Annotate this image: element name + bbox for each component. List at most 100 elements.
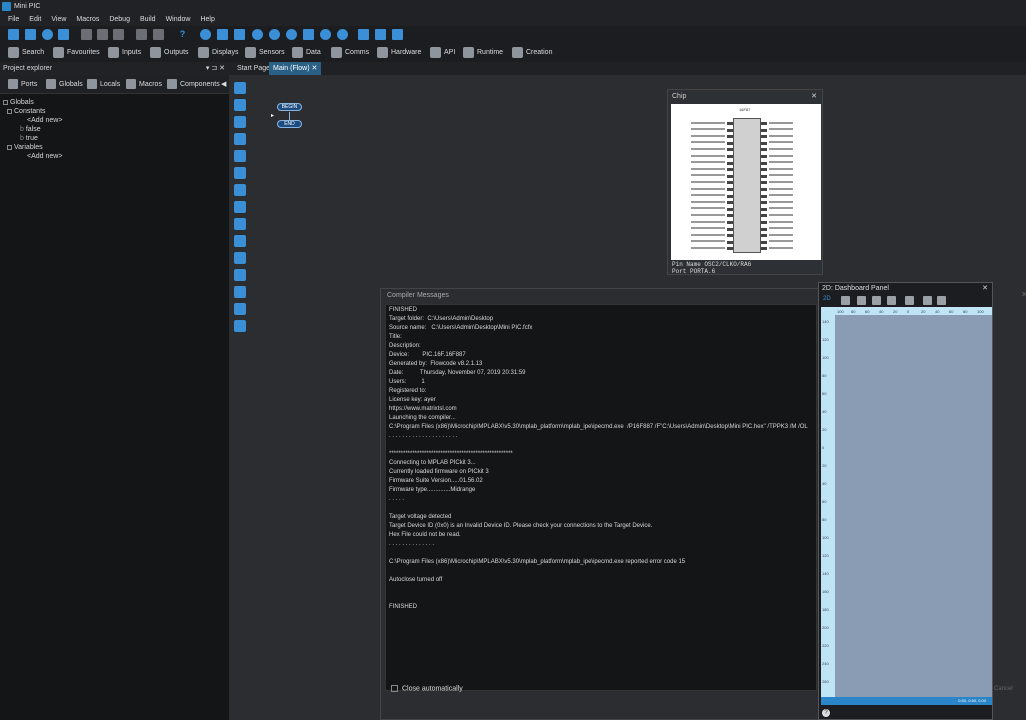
chip-pin-left[interactable] — [727, 135, 733, 139]
panel-3d-icon[interactable] — [375, 29, 386, 40]
input-icon[interactable] — [234, 82, 246, 94]
axis-icon[interactable] — [937, 296, 946, 305]
chip-pin-right[interactable] — [761, 135, 767, 139]
mode-2d-label[interactable]: 2D — [823, 296, 831, 302]
chip-pin-right[interactable] — [761, 122, 767, 125]
menu-build[interactable]: Build — [135, 13, 161, 26]
chip-pin-left[interactable] — [727, 188, 733, 191]
chip-pin-left[interactable] — [727, 141, 733, 145]
tab-components[interactable]: Components — [167, 75, 220, 94]
close-tab-icon[interactable]: ✕ — [312, 65, 318, 72]
tree-constant-true[interactable]: b true — [20, 134, 38, 143]
favourites-button[interactable]: Favourites — [53, 44, 100, 62]
data-button[interactable]: Data — [292, 44, 321, 62]
chip-pin-right[interactable] — [761, 161, 767, 165]
outputs-button[interactable]: Outputs — [150, 44, 189, 62]
chip-pin-right[interactable] — [761, 155, 767, 158]
code-icon[interactable] — [234, 286, 246, 298]
delay-icon[interactable] — [234, 116, 246, 128]
macro-icon[interactable] — [234, 235, 246, 247]
image-icon[interactable] — [887, 296, 896, 305]
tree-variables[interactable]: Variables — [7, 143, 43, 152]
tree-constants[interactable]: Constants — [7, 107, 46, 116]
chip-pin-left[interactable] — [727, 221, 733, 224]
chip-pin-left[interactable] — [727, 227, 733, 231]
sensors-button[interactable]: Sensors — [245, 44, 285, 62]
chip-pin-left[interactable] — [727, 181, 733, 185]
tab-macros[interactable]: Macros — [126, 75, 162, 94]
sim-icon[interactable] — [303, 29, 314, 40]
creation-button[interactable]: Creation — [512, 44, 552, 62]
camera-icon[interactable] — [857, 296, 866, 305]
runtime-button[interactable]: Runtime — [463, 44, 503, 62]
chip-pin-left[interactable] — [727, 234, 733, 238]
undo-icon[interactable] — [136, 29, 147, 40]
tabs-scroll-left-icon[interactable]: ◀ — [221, 75, 226, 94]
help-icon[interactable]: ? — [177, 29, 188, 40]
collapse-icon[interactable] — [7, 144, 12, 150]
chip-pin-right[interactable] — [761, 188, 767, 191]
menu-macros[interactable]: Macros — [71, 13, 104, 26]
tab-globals[interactable]: Globals — [46, 75, 83, 94]
interrupt-icon[interactable] — [234, 269, 246, 281]
chip-pin-right[interactable] — [761, 128, 767, 132]
collapse-icon[interactable] — [7, 108, 12, 114]
close-icon[interactable]: ✕ — [1021, 290, 1026, 299]
close-automatically-checkbox[interactable]: Close automatically — [391, 685, 463, 692]
chip-pin-left[interactable] — [727, 201, 733, 205]
flow-begin[interactable]: BEGIN — [277, 103, 302, 111]
tab-start-page[interactable]: Start Page — [233, 62, 274, 75]
chip-pin-left[interactable] — [727, 214, 733, 218]
chip-pin-right[interactable] — [761, 221, 767, 224]
chip-pin-right[interactable] — [761, 181, 767, 185]
chip-pin-right[interactable] — [761, 247, 767, 251]
api-button[interactable]: API — [430, 44, 455, 62]
redo-icon[interactable] — [153, 29, 164, 40]
flow-end[interactable]: END — [277, 120, 302, 128]
open-file-icon[interactable] — [25, 29, 36, 40]
menu-file[interactable]: File — [3, 13, 24, 26]
cancel-button[interactable]: Cancel — [994, 686, 1013, 692]
string-icon[interactable] — [234, 252, 246, 264]
menu-help[interactable]: Help — [195, 13, 219, 26]
checkbox-icon[interactable] — [391, 685, 398, 692]
stop-icon[interactable] — [286, 29, 297, 40]
calculation-icon[interactable] — [234, 184, 246, 196]
chip-pin-right[interactable] — [761, 174, 767, 178]
chip-pin-left[interactable] — [727, 148, 733, 152]
panel-2d-icon[interactable] — [358, 29, 369, 40]
comment-icon[interactable] — [234, 303, 246, 315]
chip-pin-right[interactable] — [761, 234, 767, 238]
chip-package[interactable] — [733, 118, 761, 253]
chip-pin-left[interactable] — [727, 168, 733, 172]
switch-icon[interactable] — [234, 150, 246, 162]
menu-view[interactable]: View — [46, 13, 71, 26]
comms-button[interactable]: Comms — [331, 44, 369, 62]
run-icon[interactable] — [252, 29, 263, 40]
search-button[interactable]: Search — [8, 44, 44, 62]
help-icon[interactable]: ? — [822, 709, 830, 717]
tab-main-flow[interactable]: Main (Flow) ✕ — [269, 62, 322, 75]
chip-pin-right[interactable] — [761, 168, 767, 172]
chip-pin-right[interactable] — [761, 201, 767, 205]
inputs-button[interactable]: Inputs — [108, 44, 141, 62]
tree-root-globals[interactable]: Globals — [3, 98, 34, 107]
close-icon[interactable]: ✕ — [811, 90, 817, 103]
chip-pin-left[interactable] — [727, 240, 733, 244]
chip-pin-left[interactable] — [727, 174, 733, 178]
chip-pin-left[interactable] — [727, 161, 733, 165]
chip-pin-right[interactable] — [761, 227, 767, 231]
chip-pin-right[interactable] — [761, 141, 767, 145]
chip-pin-left[interactable] — [727, 122, 733, 125]
step-over-icon[interactable] — [337, 29, 348, 40]
menu-edit[interactable]: Edit — [24, 13, 46, 26]
tree-constant-false[interactable]: b false — [20, 125, 41, 134]
sphere-icon[interactable] — [872, 296, 881, 305]
chip-pin-right[interactable] — [761, 194, 767, 198]
cut-icon[interactable] — [81, 29, 92, 40]
view-icon[interactable] — [200, 29, 211, 40]
compile-icon[interactable] — [234, 29, 245, 40]
paste-icon[interactable] — [113, 29, 124, 40]
chip-pin-left[interactable] — [727, 194, 733, 198]
chip-pin-left[interactable] — [727, 207, 733, 211]
